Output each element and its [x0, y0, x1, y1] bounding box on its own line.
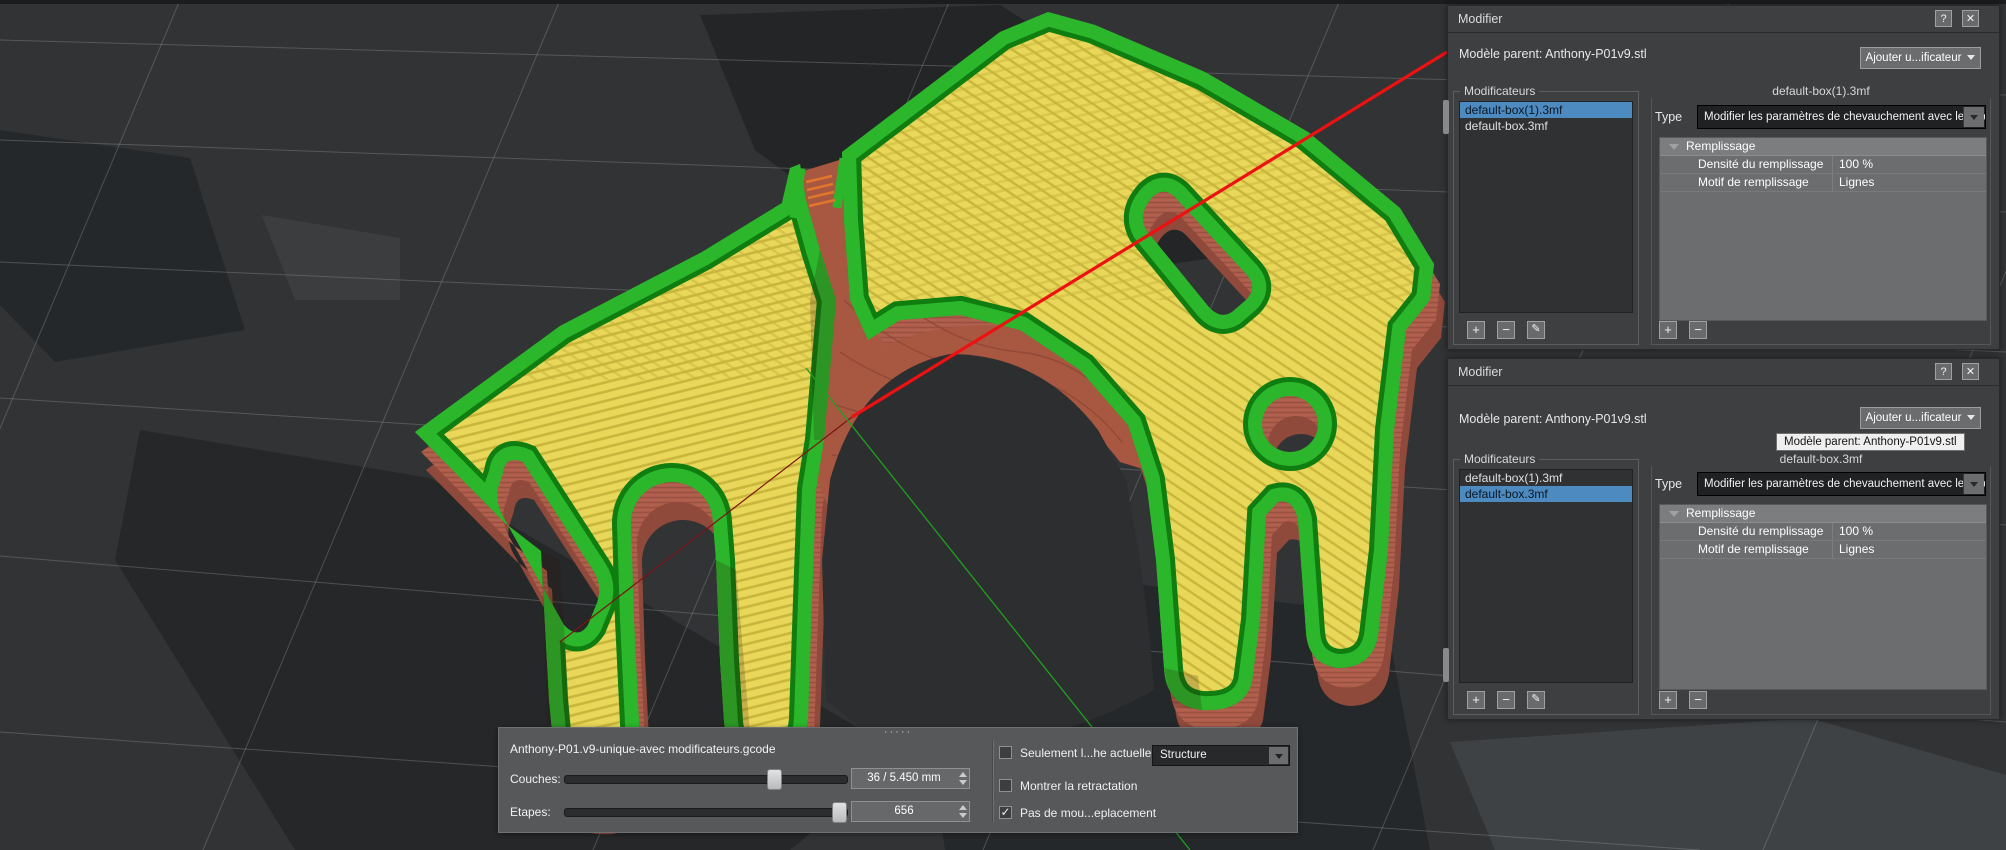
- chevron-down-icon: [1967, 415, 1976, 420]
- spinner-up-icon[interactable]: [958, 805, 967, 810]
- type-label: Type: [1655, 110, 1683, 124]
- parent-model-label: Modèle parent: Anthony-P01v9.stl: [1459, 412, 1647, 426]
- add-icon[interactable]: +: [1659, 691, 1677, 709]
- tooltip: Modèle parent: Anthony-P01v9.stl: [1776, 433, 1965, 451]
- type-combo[interactable]: Modifier les paramètres de chevauchement…: [1697, 472, 1986, 496]
- title-separator: [1448, 32, 1999, 33]
- table-row[interactable]: Motif de remplissage Lignes: [1660, 174, 1986, 192]
- chevron-down-icon[interactable]: [1963, 474, 1984, 494]
- modifiers-list: default-box(1).3mf default-box.3mf: [1459, 101, 1633, 313]
- table-row[interactable]: Densité du remplissage 100 %: [1660, 156, 1986, 174]
- add-modifier-dropdown[interactable]: Ajouter u...ificateur: [1860, 47, 1981, 69]
- parent-model-label: Modèle parent: Anthony-P01v9.stl: [1459, 47, 1647, 61]
- close-icon[interactable]: ✕: [1962, 363, 1979, 380]
- toolbar-divider: [992, 740, 994, 822]
- add-icon[interactable]: +: [1467, 321, 1485, 339]
- steps-slider[interactable]: [564, 802, 848, 823]
- modifiers-group-label: Modificateurs: [1460, 452, 1540, 466]
- add-icon[interactable]: +: [1659, 321, 1677, 339]
- collapse-triangle-icon: [1669, 511, 1679, 517]
- help-button[interactable]: ?: [1935, 10, 1952, 27]
- section-header[interactable]: Remplissage: [1660, 138, 1986, 156]
- properties-table: Remplissage Densité du remplissage 100 %…: [1659, 504, 1987, 690]
- title-separator: [1448, 385, 1999, 386]
- settings-title: default-box(1).3mf: [1651, 84, 1991, 98]
- panel-title: Modifier: [1458, 12, 1503, 26]
- list-item-modifier[interactable]: default-box(1).3mf: [1460, 470, 1632, 486]
- list-item-modifier[interactable]: default-box.3mf: [1460, 486, 1632, 502]
- list-item-modifier[interactable]: default-box(1).3mf: [1460, 102, 1632, 118]
- section-header[interactable]: Remplissage: [1660, 505, 1986, 523]
- remove-icon[interactable]: −: [1497, 691, 1515, 709]
- steps-value[interactable]: 656: [851, 801, 957, 822]
- steps-spinner: [956, 801, 970, 822]
- checkbox-label: Montrer la retractation: [1020, 779, 1138, 793]
- spinner-down-icon[interactable]: [958, 780, 967, 785]
- modifier-panel-1: Modifier ? ✕ Modèle parent: Anthony-P01v…: [1447, 5, 2000, 350]
- layers-spinner: [956, 768, 970, 789]
- edit-pencil-icon[interactable]: ✎: [1527, 321, 1545, 339]
- table-row[interactable]: Motif de remplissage Lignes: [1660, 541, 1986, 559]
- panel-resize-handle[interactable]: [1443, 648, 1449, 682]
- layers-slider[interactable]: [564, 769, 848, 790]
- settings-title: default-box.3mf: [1651, 452, 1991, 466]
- modifiers-group-label: Modificateurs: [1460, 84, 1540, 98]
- checkbox-label: Pas de mou...eplacement: [1020, 806, 1157, 820]
- modifiers-list: default-box(1).3mf default-box.3mf: [1459, 469, 1633, 683]
- layers-value[interactable]: 36 / 5.450 mm: [851, 768, 957, 789]
- checkbox-no-travel-moves[interactable]: ✓: [999, 806, 1012, 819]
- spinner-down-icon[interactable]: [958, 813, 967, 818]
- preview-toolbar: ····· Anthony-P01.v9-unique-avec modific…: [498, 727, 1298, 833]
- gcode-filename: Anthony-P01.v9-unique-avec modificateurs…: [510, 742, 776, 756]
- table-row[interactable]: Densité du remplissage 100 %: [1660, 523, 1986, 541]
- panel-title: Modifier: [1458, 365, 1503, 379]
- chevron-down-icon[interactable]: [1963, 107, 1984, 127]
- steps-slider-thumb[interactable]: [832, 802, 847, 823]
- checkbox-current-layer-only[interactable]: [999, 746, 1012, 759]
- chevron-down-icon[interactable]: [1269, 747, 1288, 764]
- steps-label: Etapes:: [510, 805, 551, 819]
- list-item-modifier[interactable]: default-box.3mf: [1460, 118, 1632, 134]
- modifier-panel-2: Modifier ? ✕ Modèle parent: Anthony-P01v…: [1447, 358, 2000, 720]
- edit-pencil-icon[interactable]: ✎: [1527, 691, 1545, 709]
- checkbox-label: Seulement l...he actuelle: [1020, 746, 1152, 760]
- top-edge-strip: [0, 0, 2006, 4]
- layers-slider-thumb[interactable]: [767, 769, 782, 790]
- remove-icon[interactable]: −: [1497, 321, 1515, 339]
- drag-handle[interactable]: ·····: [499, 727, 1297, 738]
- collapse-triangle-icon: [1669, 144, 1679, 150]
- type-label: Type: [1655, 477, 1683, 491]
- add-icon[interactable]: +: [1467, 691, 1485, 709]
- spinner-up-icon[interactable]: [958, 772, 967, 777]
- type-combo[interactable]: Modifier les paramètres de chevauchement…: [1697, 105, 1986, 129]
- slicer-window: Modifier ? ✕ Modèle parent: Anthony-P01v…: [0, 0, 2006, 850]
- layers-label: Couches:: [510, 772, 561, 786]
- help-button[interactable]: ?: [1935, 363, 1952, 380]
- close-icon[interactable]: ✕: [1962, 10, 1979, 27]
- properties-table: Remplissage Densité du remplissage 100 %…: [1659, 137, 1987, 321]
- chevron-down-icon: [1967, 55, 1976, 60]
- add-modifier-dropdown[interactable]: Ajouter u...ificateur: [1860, 407, 1981, 429]
- panel-resize-handle[interactable]: [1443, 100, 1449, 134]
- remove-icon[interactable]: −: [1689, 321, 1707, 339]
- view-mode-combo[interactable]: Structure: [1152, 745, 1290, 766]
- remove-icon[interactable]: −: [1689, 691, 1707, 709]
- checkbox-show-retraction[interactable]: [999, 779, 1012, 792]
